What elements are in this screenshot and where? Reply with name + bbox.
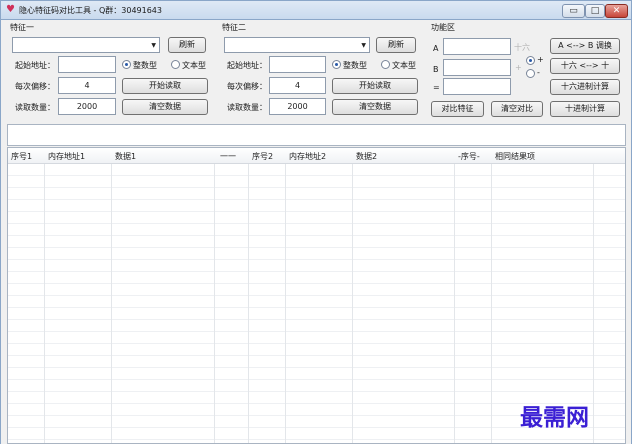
group1-refresh-button[interactable]: 刷新	[168, 37, 206, 53]
group2-read-count-input[interactable]	[269, 98, 326, 115]
func-radio-minus-label: -	[537, 68, 540, 77]
group2-radio-int[interactable]	[332, 60, 341, 69]
maximize-button[interactable]: □	[585, 4, 605, 18]
dec-calc-button[interactable]: 十进制计算	[550, 101, 620, 117]
func-radio-minus[interactable]	[526, 69, 535, 78]
func-op-hex-label: 十六	[514, 43, 530, 52]
window-title: 隐心特征码对比工具 - Q群：30491643	[19, 6, 162, 15]
watermark-text: 最需网	[520, 404, 589, 431]
chevron-down-icon: ▼	[361, 42, 366, 49]
col-header-addr2[interactable]: 内存地址2	[289, 151, 326, 162]
group2-radio-text-label: 文本型	[392, 61, 416, 70]
func-label-a: A	[433, 44, 439, 53]
func-b-input[interactable]	[443, 59, 511, 76]
group2-process-select[interactable]: ▼	[224, 37, 370, 53]
group2-offset-input[interactable]	[269, 77, 326, 94]
swap-ab-button[interactable]: A <--> B 调换	[550, 38, 620, 54]
func-radio-plus-label: +	[537, 55, 544, 64]
group1-read-count-input[interactable]	[58, 98, 116, 115]
col-header-data2[interactable]: 数据2	[356, 151, 377, 162]
group2-clear-data-button[interactable]: 清空数据	[332, 99, 418, 115]
minimize-button[interactable]: ▭	[562, 4, 585, 18]
group1-radio-int[interactable]	[122, 60, 131, 69]
column-divider	[248, 164, 249, 443]
col-header-match[interactable]: 相同结果项	[495, 151, 535, 162]
group1-offset-label: 每次偏移：	[15, 82, 55, 91]
group1-read-count-label: 读取数量：	[15, 103, 55, 112]
column-divider	[593, 164, 594, 443]
title-bar: ♥ 隐心特征码对比工具 - Q群：30491643 ▭ □ ✕	[0, 0, 632, 20]
group2-start-address-label: 起始地址：	[227, 61, 267, 70]
group1-title: 特征一	[10, 23, 34, 32]
column-divider	[285, 164, 286, 443]
hex-dec-convert-button[interactable]: 十六 <--> 十	[550, 58, 620, 74]
group1-process-select[interactable]: ▼	[12, 37, 160, 53]
col-header-seq1[interactable]: 序号1	[11, 151, 32, 162]
group1-radio-int-label: 整数型	[133, 61, 157, 70]
group2-radio-int-label: 整数型	[343, 61, 367, 70]
func-label-eq: =	[433, 83, 440, 92]
func-title: 功能区	[431, 23, 455, 32]
func-op-plus-label: +	[515, 63, 522, 72]
group2-radio-text[interactable]	[381, 60, 390, 69]
column-divider	[352, 164, 353, 443]
col-header-addr1[interactable]: 内存地址1	[48, 151, 85, 162]
func-a-input[interactable]	[443, 38, 511, 55]
group2-title: 特征二	[222, 23, 246, 32]
group2-start-address-input[interactable]	[269, 56, 326, 73]
group1-offset-input[interactable]	[58, 77, 116, 94]
group1-clear-data-button[interactable]: 清空数据	[122, 99, 208, 115]
app-heart-icon: ♥	[6, 4, 15, 15]
group1-start-read-button[interactable]: 开始读取	[122, 78, 208, 94]
main-window: 特征一 ▼ 刷新 起始地址： 整数型 文本型 每次偏移： 开始读取 读取数量： …	[0, 20, 632, 444]
col-header-seq[interactable]: -序号-	[458, 151, 480, 162]
close-button[interactable]: ✕	[605, 4, 628, 18]
func-radio-plus[interactable]	[526, 56, 535, 65]
column-divider	[111, 164, 112, 443]
column-divider	[44, 164, 45, 443]
column-divider	[491, 164, 492, 443]
group1-radio-text-label: 文本型	[182, 61, 206, 70]
col-header-seq2[interactable]: 序号2	[252, 151, 273, 162]
group2-start-read-button[interactable]: 开始读取	[332, 78, 418, 94]
column-divider	[454, 164, 455, 443]
group1-radio-text[interactable]	[171, 60, 180, 69]
column-divider	[214, 164, 215, 443]
group2-read-count-label: 读取数量：	[227, 103, 267, 112]
group1-start-address-input[interactable]	[58, 56, 116, 73]
chevron-down-icon: ▼	[151, 42, 156, 49]
hex-calc-button[interactable]: 十六进制计算	[550, 79, 620, 95]
col-header-separator[interactable]: 一一	[220, 151, 236, 162]
func-label-b: B	[433, 65, 439, 74]
group2-refresh-button[interactable]: 刷新	[376, 37, 416, 53]
group2-offset-label: 每次偏移：	[227, 82, 267, 91]
compare-features-button[interactable]: 对比特征	[431, 101, 484, 117]
table-header: 序号1 内存地址1 数据1 一一 序号2 内存地址2 数据2 -序号- 相同结果…	[8, 148, 625, 164]
group1-start-address-label: 起始地址：	[15, 61, 55, 70]
clear-compare-button[interactable]: 清空对比	[491, 101, 543, 117]
col-header-data1[interactable]: 数据1	[115, 151, 136, 162]
func-result-input[interactable]	[443, 78, 511, 95]
status-strip	[7, 124, 626, 146]
